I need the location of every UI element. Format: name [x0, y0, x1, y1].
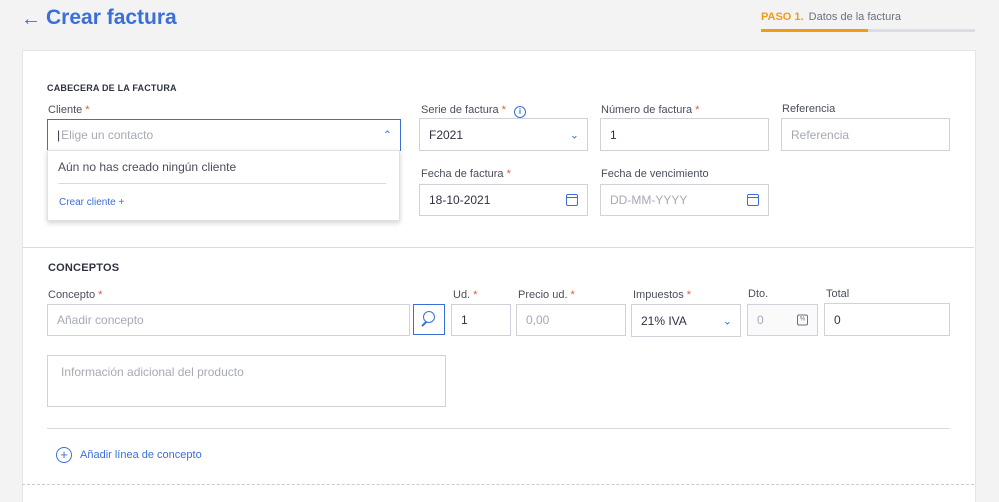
reference-label: Referencia [782, 103, 836, 115]
create-client-link[interactable]: Crear cliente + [59, 197, 124, 208]
chevron-down-icon: ⌄ [722, 315, 732, 327]
due-date-input[interactable]: DD-MM-YYYY [600, 184, 769, 216]
step-indicator: PASO 1. Datos de la factura [761, 11, 901, 23]
total-label: Total [826, 288, 850, 300]
invoice-header-title: CABECERA DE LA FACTURA [47, 83, 177, 93]
invoice-date-label: Fecha de factura * [421, 168, 511, 180]
unit-price-input[interactable]: 0,00 [516, 304, 626, 336]
due-date-label: Fecha de vencimiento [601, 168, 709, 180]
client-select[interactable]: | Elige un contacto ⌃ [47, 119, 401, 151]
chevron-up-icon: ⌃ [382, 129, 392, 142]
percent-icon[interactable]: % [797, 314, 808, 326]
empty-clients-message: Aún no has creado ningún cliente [58, 160, 237, 174]
dashed-separator [22, 484, 974, 485]
taxes-select[interactable]: 21% IVA ⌄ [631, 304, 741, 337]
calendar-icon[interactable] [566, 194, 578, 206]
discount-input[interactable]: 0 % [747, 304, 818, 336]
chevron-down-icon: ⌄ [569, 129, 579, 141]
series-label: Serie de factura * i [421, 104, 526, 118]
step-progress-bar [761, 29, 975, 32]
invoice-date-input[interactable]: 18-10-2021 [419, 184, 588, 216]
step-progress-fill [761, 29, 868, 32]
concepts-title: CONCEPTOS [48, 262, 120, 274]
units-label: Ud. * [453, 289, 478, 301]
series-select[interactable]: F2021 ⌄ [419, 118, 588, 151]
units-input[interactable]: 1 [451, 304, 511, 336]
taxes-label: Impuestos * [633, 289, 692, 301]
plus-circle-icon[interactable]: + [56, 447, 72, 463]
back-arrow-icon[interactable]: ← [21, 8, 41, 31]
page-title: Crear factura [46, 6, 177, 29]
step-number: PASO 1. [761, 11, 804, 23]
discount-label: Dto. [748, 288, 769, 300]
number-label: Número de factura * [601, 104, 700, 116]
dropdown-divider [58, 183, 386, 184]
concepts-divider [47, 428, 950, 429]
search-concept-button[interactable] [413, 304, 445, 335]
reference-input[interactable]: Referencia [781, 118, 950, 151]
number-input[interactable]: 1 [600, 118, 769, 151]
calendar-icon[interactable] [747, 194, 759, 206]
client-label: Cliente * [48, 104, 90, 116]
unit-price-label: Precio ud. * [518, 289, 575, 301]
total-input[interactable]: 0 [824, 303, 950, 336]
concept-input[interactable]: Añadir concepto [47, 304, 410, 336]
additional-info-textarea[interactable]: Información adicional del producto [47, 355, 446, 407]
info-icon[interactable]: i [513, 106, 526, 118]
step-label: Datos de la factura [808, 11, 901, 23]
add-concept-line-link[interactable]: Añadir línea de concepto [80, 449, 202, 461]
client-dropdown: Aún no has creado ningún cliente Crear c… [47, 150, 400, 221]
section-divider [22, 247, 974, 248]
concept-label: Concepto * [48, 289, 103, 301]
